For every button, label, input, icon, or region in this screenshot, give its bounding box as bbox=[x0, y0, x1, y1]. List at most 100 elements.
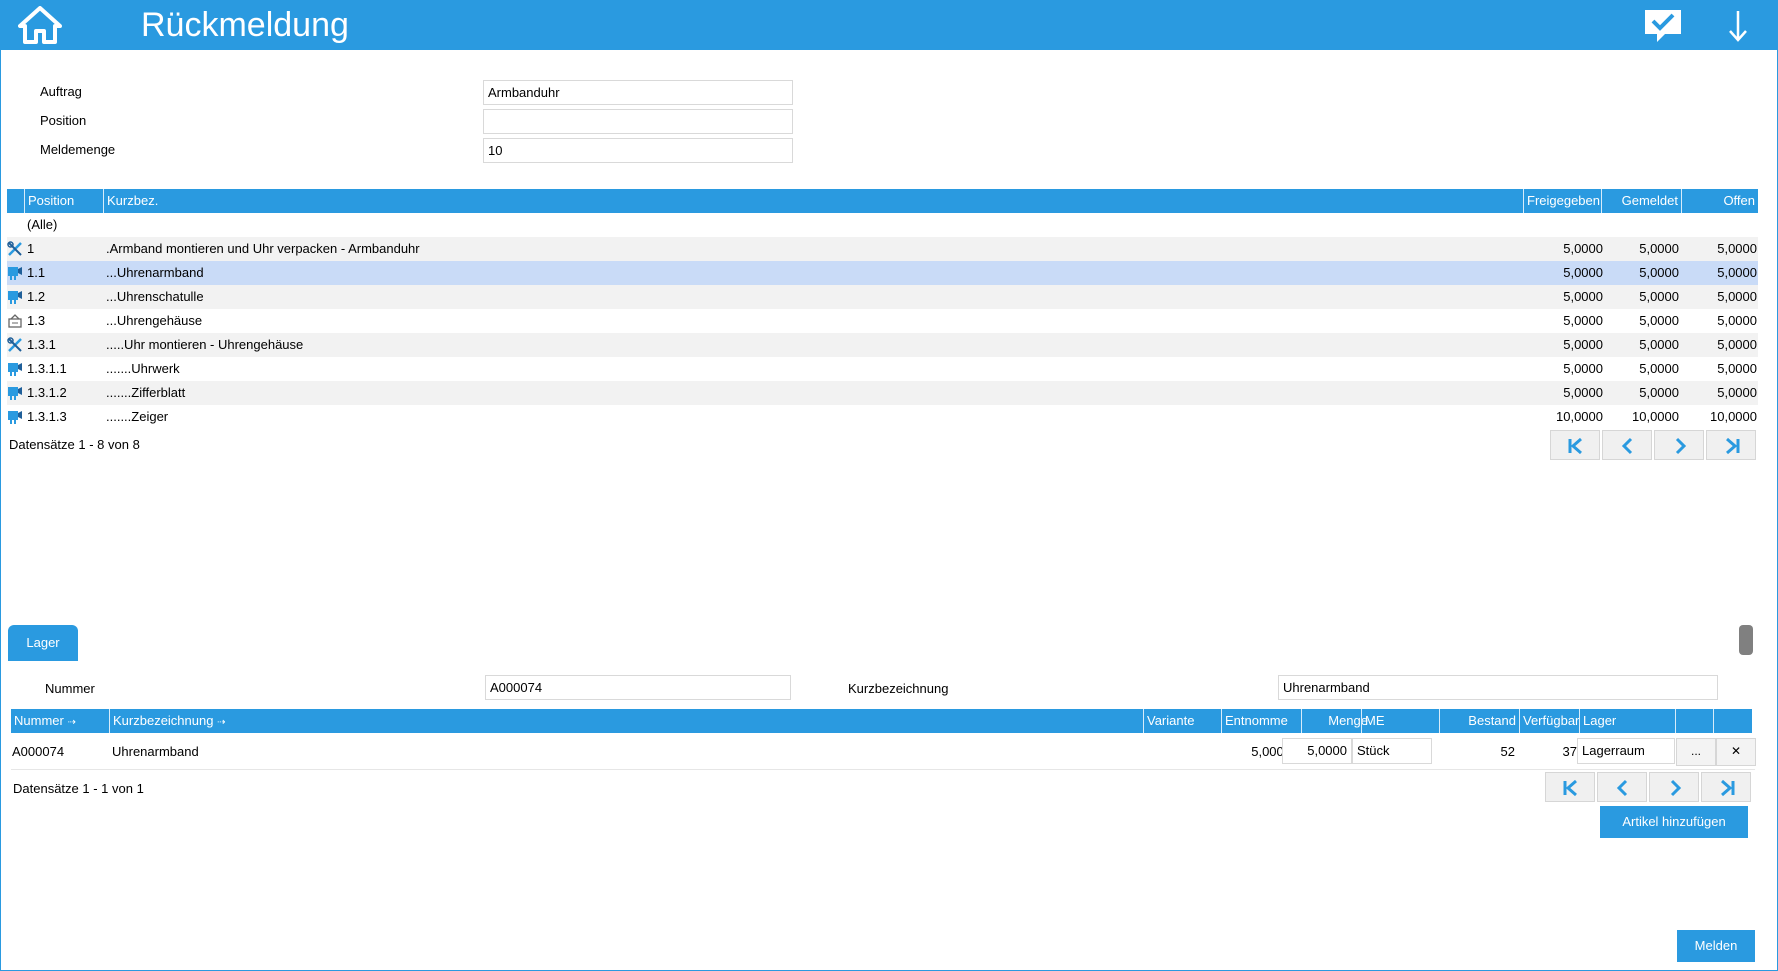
col-verfuegbar[interactable]: Verfügbar bbox=[1519, 709, 1585, 733]
table-row[interactable]: material-icon1.1...Uhrenarmband5,00005,0… bbox=[7, 261, 1758, 285]
col-position[interactable]: Position bbox=[24, 189, 110, 213]
cell-bestand: 52 bbox=[1500, 744, 1515, 759]
cell-offen: 5,0000 bbox=[1717, 241, 1757, 256]
col-kurzbezeichnung[interactable]: Kurzbezeichnung ⇢ bbox=[109, 709, 1154, 733]
cell-verfuegbar: 37 bbox=[1562, 744, 1577, 759]
all-row-label: (Alle) bbox=[27, 217, 58, 232]
col-offen[interactable]: Offen bbox=[1681, 189, 1758, 213]
cell-offen: 5,0000 bbox=[1717, 337, 1757, 352]
table-row[interactable]: material-icon1.3.1.2.......Zifferblatt5,… bbox=[7, 381, 1758, 405]
cell-freigegeben: 5,0000 bbox=[1563, 361, 1603, 376]
cell-freigegeben: 5,0000 bbox=[1563, 385, 1603, 400]
table-row-all[interactable]: (Alle) bbox=[7, 213, 1758, 237]
material-icon bbox=[8, 267, 22, 280]
first-page-button[interactable] bbox=[1550, 430, 1600, 460]
next-page-button[interactable] bbox=[1654, 430, 1704, 460]
app-header: Rückmeldung bbox=[0, 0, 1778, 50]
cell-position: 1.3.1.2 bbox=[27, 385, 67, 400]
col-blank-1 bbox=[1675, 709, 1715, 733]
lager-input[interactable]: Lagerraum bbox=[1577, 738, 1675, 764]
cell-freigegeben: 5,0000 bbox=[1563, 265, 1603, 280]
lager-status: Datensätze 1 - 1 von 1 bbox=[13, 781, 144, 796]
first-page-icon bbox=[1568, 437, 1582, 455]
add-article-button[interactable]: Artikel hinzufügen bbox=[1600, 806, 1748, 838]
sort-icon: ⇢ bbox=[217, 717, 226, 728]
last-page-button[interactable] bbox=[1701, 772, 1751, 802]
auftrag-label: Auftrag bbox=[40, 84, 82, 99]
cell-offen: 5,0000 bbox=[1717, 385, 1757, 400]
col-lager[interactable]: Lager bbox=[1579, 709, 1683, 733]
prev-page-button[interactable] bbox=[1602, 430, 1652, 460]
next-page-button[interactable] bbox=[1649, 772, 1699, 802]
col-nummer[interactable]: Nummer ⇢ bbox=[11, 709, 109, 733]
col-me[interactable]: ME bbox=[1361, 709, 1451, 733]
home-icon[interactable] bbox=[18, 6, 62, 44]
positions-status: Datensätze 1 - 8 von 8 bbox=[9, 437, 140, 452]
cell-gemeldet: 5,0000 bbox=[1639, 361, 1679, 376]
table-row[interactable]: material-icon1.3.1.3.......Zeiger10,0000… bbox=[7, 405, 1758, 429]
col-kurzbez[interactable]: Kurzbez. bbox=[103, 189, 1527, 213]
col-variante[interactable]: Variante bbox=[1143, 709, 1223, 733]
prev-page-button[interactable] bbox=[1597, 772, 1647, 802]
cell-gemeldet: 5,0000 bbox=[1639, 337, 1679, 352]
tab-lager[interactable]: Lager bbox=[8, 625, 78, 661]
col-blank-2 bbox=[1713, 709, 1752, 733]
cell-gemeldet: 5,0000 bbox=[1639, 313, 1679, 328]
table-row[interactable]: A000074 Uhrenarmband 5,0000 5,0000 Stück… bbox=[11, 734, 1756, 770]
browse-lager-button[interactable]: ... bbox=[1676, 738, 1716, 766]
nummer-label: Nummer bbox=[45, 681, 95, 696]
position-label: Position bbox=[40, 113, 87, 128]
first-page-icon bbox=[1563, 779, 1577, 797]
cell-kurzbez: ...Uhrenschatulle bbox=[106, 289, 204, 304]
cell-freigegeben: 5,0000 bbox=[1563, 337, 1603, 352]
table-row[interactable]: subassembly-icon1.3...Uhrengehäuse5,0000… bbox=[7, 309, 1758, 333]
auftrag-input[interactable] bbox=[483, 80, 793, 105]
table-row[interactable]: material-icon1.3.1.1.......Uhrwerk5,0000… bbox=[7, 357, 1758, 381]
cell-position: 1.3 bbox=[27, 313, 46, 328]
first-page-button[interactable] bbox=[1545, 772, 1595, 802]
assembly-icon bbox=[7, 241, 22, 256]
cell-kurzbez: .......Zeiger bbox=[106, 409, 169, 424]
close-icon: ✕ bbox=[1730, 744, 1742, 758]
cell-position: 1.1 bbox=[27, 265, 46, 280]
assembly-icon bbox=[7, 337, 22, 352]
arrow-down-icon[interactable] bbox=[1726, 9, 1750, 43]
cell-freigegeben: 5,0000 bbox=[1563, 313, 1603, 328]
table-row[interactable]: material-icon1.2...Uhrenschatulle5,00005… bbox=[7, 285, 1758, 309]
cell-gemeldet: 5,0000 bbox=[1639, 385, 1679, 400]
position-input[interactable] bbox=[483, 109, 793, 134]
melden-button[interactable]: Melden bbox=[1677, 930, 1755, 962]
cell-position: 1.2 bbox=[27, 289, 46, 304]
page-title: Rückmeldung bbox=[141, 6, 349, 44]
me-input[interactable]: Stück bbox=[1352, 738, 1432, 764]
chevron-left-icon bbox=[1621, 437, 1633, 455]
scrollbar-thumb[interactable] bbox=[1739, 625, 1753, 655]
chevron-right-icon bbox=[1670, 779, 1682, 797]
col-freigegeben[interactable]: Freigegeben bbox=[1523, 189, 1607, 213]
chevron-left-icon bbox=[1616, 779, 1628, 797]
lager-table-header: Nummer ⇢ Kurzbezeichnung ⇢ Variante Entn… bbox=[11, 709, 1752, 733]
last-page-icon bbox=[1721, 779, 1735, 797]
remove-row-button[interactable]: ✕ bbox=[1716, 738, 1756, 766]
cell-nummer: A000074 bbox=[12, 744, 65, 759]
chevron-right-icon bbox=[1675, 437, 1687, 455]
last-page-button[interactable] bbox=[1706, 430, 1756, 460]
cell-kurzbezeichnung: Uhrenarmband bbox=[112, 744, 199, 759]
cell-offen: 5,0000 bbox=[1717, 313, 1757, 328]
window-frame bbox=[0, 0, 1778, 971]
cell-kurzbez: ...Uhrengehäuse bbox=[106, 313, 203, 328]
chat-check-icon[interactable] bbox=[1643, 8, 1683, 44]
cell-position: 1 bbox=[27, 241, 35, 256]
material-icon bbox=[8, 411, 22, 424]
menge-input[interactable]: 5,0000 bbox=[1282, 738, 1352, 764]
nummer-input[interactable] bbox=[485, 675, 791, 700]
col-bestand[interactable]: Bestand bbox=[1439, 709, 1519, 733]
kurzbezeichnung-input[interactable] bbox=[1278, 675, 1718, 700]
table-row[interactable]: assembly-icon1.3.1.....Uhr montieren - U… bbox=[7, 333, 1758, 357]
table-row[interactable]: assembly-icon1.Armband montieren und Uhr… bbox=[7, 237, 1758, 261]
cell-freigegeben: 10,0000 bbox=[1556, 409, 1603, 424]
meldemenge-input[interactable] bbox=[483, 138, 793, 163]
col-gemeldet[interactable]: Gemeldet bbox=[1601, 189, 1681, 213]
last-page-icon bbox=[1726, 437, 1740, 455]
col-entnommen[interactable]: Entnomme bbox=[1221, 709, 1301, 733]
